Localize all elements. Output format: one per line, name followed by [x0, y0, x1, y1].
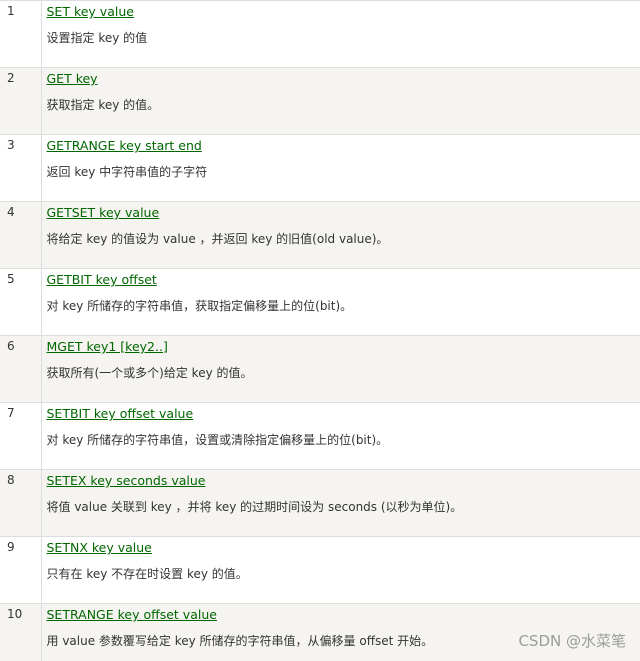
row-number: 10: [0, 603, 41, 661]
table-row: 5 GETBIT key offset 对 key 所储存的字符串值，获取指定偏…: [0, 268, 640, 336]
command-link-setex[interactable]: SETEX key seconds value: [47, 473, 640, 489]
row-number: 9: [0, 536, 41, 604]
row-content: SETEX key seconds value 将值 value 关联到 key…: [40, 469, 640, 537]
command-link-getbit[interactable]: GETBIT key offset: [47, 272, 640, 288]
row-number: 2: [0, 67, 41, 135]
row-content: SET key value 设置指定 key 的值: [40, 0, 640, 68]
command-link-getrange[interactable]: GETRANGE key start end: [47, 138, 640, 154]
table-row: 6 MGET key1 [key2..] 获取所有(一个或多个)给定 key 的…: [0, 335, 640, 403]
row-content: GETRANGE key start end 返回 key 中字符串值的子字符: [40, 134, 640, 202]
row-number: 6: [0, 335, 41, 403]
table-row: 2 GET key 获取指定 key 的值。: [0, 67, 640, 135]
row-content: GETSET key value 将给定 key 的值设为 value ，并返回…: [40, 201, 640, 269]
command-link-set[interactable]: SET key value: [47, 4, 640, 20]
command-description: 设置指定 key 的值: [46, 31, 148, 45]
row-number: 4: [0, 201, 41, 269]
row-content: GET key 获取指定 key 的值。: [40, 67, 640, 135]
table-row: 9 SETNX key value 只有在 key 不存在时设置 key 的值。: [0, 536, 640, 604]
table-row: 7 SETBIT key offset value 对 key 所储存的字符串值…: [0, 402, 640, 470]
table-row: 8 SETEX key seconds value 将值 value 关联到 k…: [0, 469, 640, 537]
command-description: 对 key 所储存的字符串值，设置或清除指定偏移量上的位(bit)。: [46, 433, 389, 447]
command-link-get[interactable]: GET key: [47, 71, 640, 87]
row-number: 8: [0, 469, 41, 537]
row-number: 3: [0, 134, 41, 202]
command-description: 返回 key 中字符串值的子字符: [46, 165, 208, 179]
command-description: 将给定 key 的值设为 value ，并返回 key 的旧值(old valu…: [46, 232, 389, 246]
command-description: 将值 value 关联到 key ，并将 key 的过期时间设为 seconds…: [46, 500, 463, 514]
command-link-setrange[interactable]: SETRANGE key offset value: [47, 607, 640, 623]
table-row: 3 GETRANGE key start end 返回 key 中字符串值的子字…: [0, 134, 640, 202]
command-description: 获取所有(一个或多个)给定 key 的值。: [46, 366, 253, 380]
row-number: 1: [0, 0, 41, 68]
command-link-mget[interactable]: MGET key1 [key2..]: [47, 339, 640, 355]
table-row: 4 GETSET key value 将给定 key 的值设为 value ，并…: [0, 201, 640, 269]
command-description: 只有在 key 不存在时设置 key 的值。: [46, 567, 248, 581]
command-description: 获取指定 key 的值。: [46, 98, 160, 112]
csdn-watermark: CSDN @水菜笔: [518, 632, 626, 650]
row-content: MGET key1 [key2..] 获取所有(一个或多个)给定 key 的值。: [40, 335, 640, 403]
row-number: 7: [0, 402, 41, 470]
command-link-getset[interactable]: GETSET key value: [47, 205, 640, 221]
row-content: SETNX key value 只有在 key 不存在时设置 key 的值。: [40, 536, 640, 604]
table-row: 1 SET key value 设置指定 key 的值: [0, 0, 640, 68]
redis-string-commands-table: 1 SET key value 设置指定 key 的值 2 GET key 获取…: [0, 0, 640, 661]
row-content: SETBIT key offset value 对 key 所储存的字符串值，设…: [40, 402, 640, 470]
command-description: 对 key 所储存的字符串值，获取指定偏移量上的位(bit)。: [46, 299, 353, 313]
command-link-setbit[interactable]: SETBIT key offset value: [47, 406, 640, 422]
row-content: GETBIT key offset 对 key 所储存的字符串值，获取指定偏移量…: [40, 268, 640, 336]
row-number: 5: [0, 268, 41, 336]
command-link-setnx[interactable]: SETNX key value: [47, 540, 640, 556]
